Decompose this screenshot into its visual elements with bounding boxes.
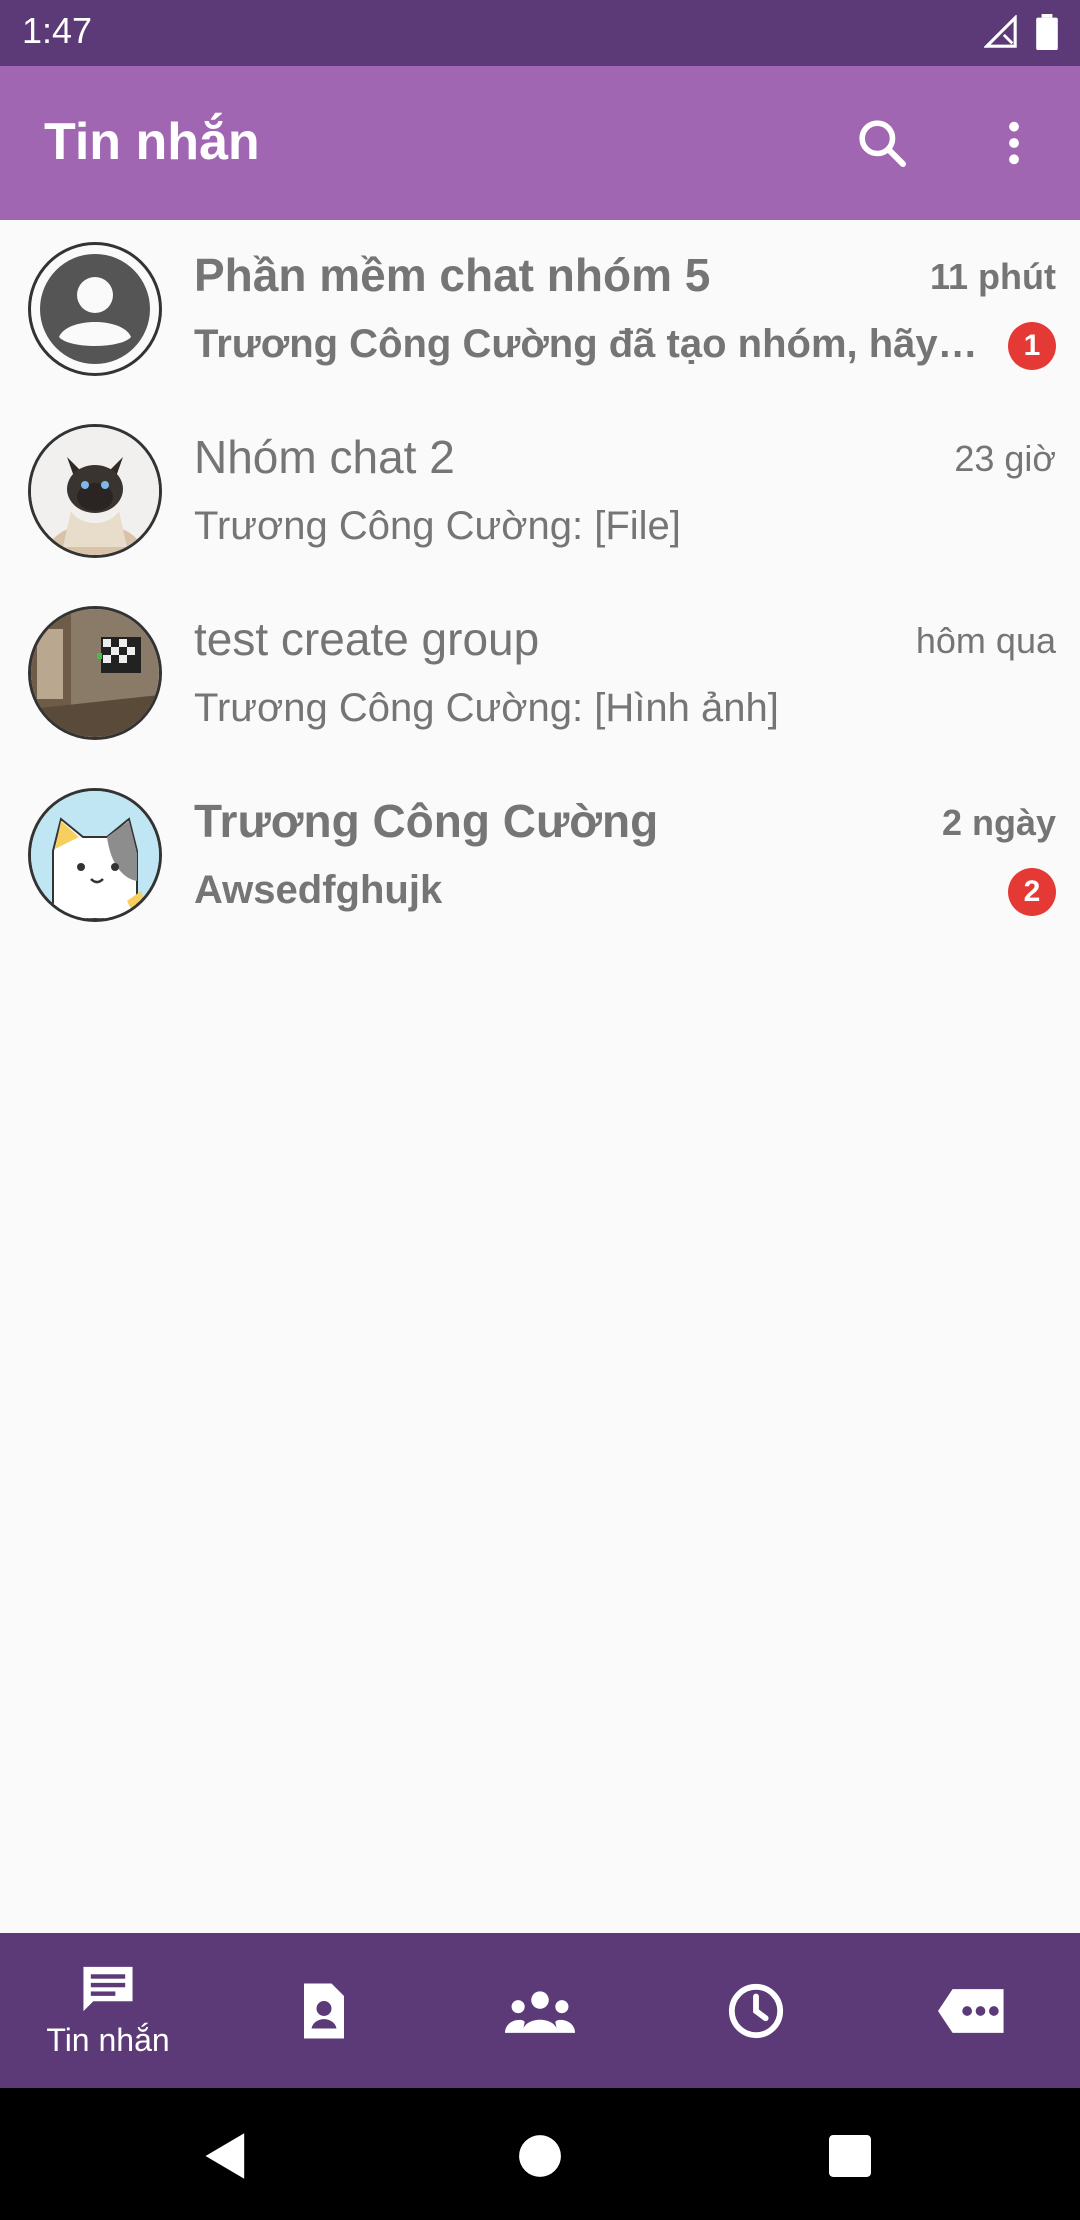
chat-icon: [83, 1966, 133, 2012]
status-icons: [984, 14, 1058, 50]
chat-preview: Trương Công Cường: [File]: [194, 504, 681, 548]
chat-time: 2 ngày: [941, 802, 1056, 843]
chat-preview: Trương Công Cường: [Hình ảnh]: [194, 686, 779, 730]
status-bar: 1:47: [0, 0, 1080, 66]
chat-item[interactable]: Nhóm chat 2 23 giờ Trương Công Cường: [F…: [0, 402, 1080, 584]
search-button[interactable]: [850, 111, 914, 175]
room-photo-icon: [31, 609, 159, 737]
home-button[interactable]: [512, 2128, 568, 2184]
back-icon: [205, 2133, 245, 2179]
cartoon-cat-icon: [31, 791, 159, 919]
chat-time: 11 phút: [929, 256, 1056, 297]
chat-time: hôm qua: [915, 620, 1056, 661]
chat-name: Phần mềm chat nhóm 5: [194, 249, 711, 301]
avatar: [28, 424, 162, 558]
status-time: 1:47: [22, 10, 93, 51]
unread-badge: 2: [1008, 868, 1056, 916]
chat-name: Nhóm chat 2: [194, 431, 455, 483]
history-icon: [728, 1983, 784, 2038]
page-title: Tin nhắn: [44, 113, 260, 171]
chat-item[interactable]: Trương Công Cường 2 ngày Awsedfghujk 2: [0, 766, 1080, 948]
home-icon: [519, 2135, 561, 2177]
app-bar: Tin nhắn: [0, 66, 1080, 220]
default-user-avatar-icon: [40, 254, 150, 364]
nav-item-contacts[interactable]: [216, 1933, 432, 2088]
chat-name: Trương Công Cường: [194, 795, 659, 847]
recents-button[interactable]: [822, 2128, 878, 2184]
group-icon: [505, 1990, 575, 2033]
nav-item-history[interactable]: [648, 1933, 864, 2088]
chat-list: Phần mềm chat nhóm 5 11 phút Trương Công…: [0, 220, 1080, 948]
back-button[interactable]: [198, 2128, 254, 2184]
nav-item-more[interactable]: [864, 1933, 1080, 2088]
bottom-nav: Tin nhắn: [0, 1933, 1080, 2088]
avatar: [28, 788, 162, 922]
cat-photo-icon: [31, 427, 159, 555]
more-vert-icon: [1009, 121, 1019, 165]
nav-item-groups[interactable]: [432, 1933, 648, 2088]
recents-icon: [829, 2135, 871, 2177]
chat-preview: Trương Công Cường đã tạo nhóm, hãy cùng …: [194, 322, 984, 366]
overflow-menu-button[interactable]: [982, 111, 1046, 175]
nav-label: Tin nhắn: [46, 2022, 170, 2058]
avatar: [28, 242, 162, 376]
unread-badge: 1: [1008, 322, 1056, 370]
nav-item-messages[interactable]: Tin nhắn: [0, 1933, 216, 2088]
chat-item[interactable]: Phần mềm chat nhóm 5 11 phút Trương Công…: [0, 220, 1080, 402]
search-icon: [859, 120, 907, 168]
contact-icon: [304, 1983, 344, 2038]
chat-preview: Awsedfghujk: [194, 868, 443, 912]
signal-icon: [984, 15, 1017, 48]
chat-time: 23 giờ: [954, 438, 1056, 479]
chat-name: test create group: [194, 613, 540, 665]
chat-item[interactable]: test create group hôm qua Trương Công Cư…: [0, 584, 1080, 766]
avatar: [28, 606, 162, 740]
more-chat-icon: [938, 1988, 1004, 2033]
system-nav-bar: [0, 2088, 1080, 2220]
battery-icon: [1036, 14, 1058, 50]
